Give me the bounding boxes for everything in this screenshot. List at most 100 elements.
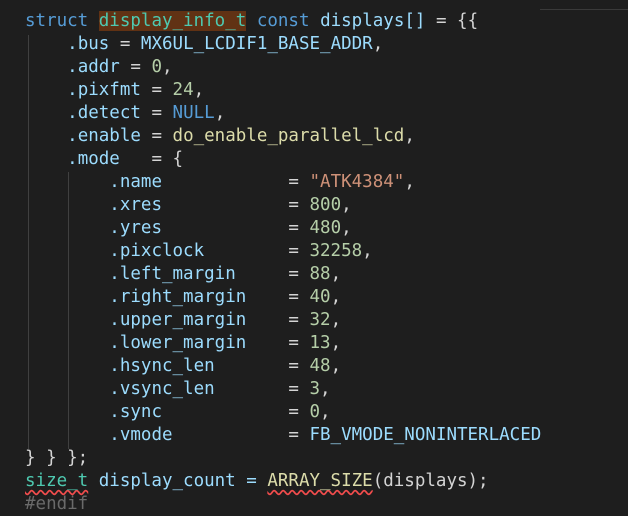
mode-field-name: .name xyxy=(109,172,162,192)
code-line-21: size_t display_count = ARRAY_SIZE(displa… xyxy=(25,470,489,493)
value-enable: do_enable_parallel_lcd xyxy=(172,126,405,146)
comma: , xyxy=(404,126,415,146)
mode-field-comma: , xyxy=(341,195,352,215)
field-addr: .addr xyxy=(67,57,120,77)
field-bus: .bus xyxy=(67,34,110,54)
mode-field-value: 48 xyxy=(309,356,331,376)
eq: = xyxy=(140,126,173,146)
mode-field-value: 13 xyxy=(309,333,331,353)
comma: , xyxy=(214,103,226,123)
mode-field-eq: = xyxy=(172,425,310,445)
mode-field-line: .name = "ATK4384", xyxy=(25,171,415,194)
mode-field-eq: = xyxy=(204,241,310,261)
mode-field-eq: = xyxy=(246,333,310,353)
macro-array-size: ARRAY_SIZE xyxy=(267,471,373,491)
mode-field-name: .lower_margin xyxy=(109,333,247,353)
value-addr: 0 xyxy=(151,57,162,77)
mode-field-eq: = xyxy=(161,172,310,192)
mode-field-line: .left_margin = 88, xyxy=(25,263,341,286)
mode-field-name: .xres xyxy=(109,195,162,215)
mode-field-line: .lower_margin = 13, xyxy=(25,332,341,355)
keyword-struct: struct xyxy=(25,11,89,31)
mode-field-comma: , xyxy=(330,287,342,307)
mode-field-line: .sync = 0, xyxy=(25,401,330,424)
identifier-displays: displays[] xyxy=(320,11,426,31)
mode-field-eq: = xyxy=(161,195,310,215)
mode-field-comma: , xyxy=(341,218,352,238)
mode-field-name: .left_margin xyxy=(109,264,236,284)
identifier-display-count: display_count = xyxy=(88,471,268,491)
mode-field-eq: = xyxy=(235,264,310,284)
mode-field-value: "ATK4384" xyxy=(309,172,405,192)
mode-field-name: .right_margin xyxy=(109,287,247,307)
code-editor[interactable]: struct display_info_t const displays[] =… xyxy=(0,0,628,514)
value-detect: NULL xyxy=(172,103,215,123)
mode-field-comma: , xyxy=(404,172,415,192)
mode-field-line: .yres = 480, xyxy=(25,217,352,240)
type-display-info-t: display_info_t xyxy=(98,11,247,31)
code-line-4: .pixfmt = 24, xyxy=(25,79,204,102)
code-line-3: .addr = 0, xyxy=(25,56,173,79)
mode-field-line: .vsync_len = 3, xyxy=(25,378,331,401)
mode-field-value: 800 xyxy=(309,195,342,215)
mode-field-value: 32258 xyxy=(309,241,363,261)
mode-field-eq: = xyxy=(161,402,310,422)
code-line-20: } } }; xyxy=(25,447,88,470)
mode-field-name: .vmode xyxy=(109,425,173,445)
mode-field-line: .hsync_len = 48, xyxy=(25,355,341,378)
mode-field-value: 3 xyxy=(309,379,321,399)
mode-field-name: .yres xyxy=(109,218,162,238)
mode-field-eq: = xyxy=(246,310,310,330)
mode-field-value: 88 xyxy=(309,264,331,284)
code-line-2: .bus = MX6UL_LCDIF1_BASE_ADDR, xyxy=(25,33,383,56)
mode-field-value: FB_VMODE_NONINTERLACED xyxy=(309,425,542,445)
mode-field-comma: , xyxy=(330,264,342,284)
comma: , xyxy=(162,57,173,77)
operator-open: = {{ xyxy=(425,11,479,31)
code-line-6: .enable = do_enable_parallel_lcd, xyxy=(25,125,415,148)
field-detect: .detect xyxy=(67,103,141,123)
field-pixfmt: .pixfmt xyxy=(67,80,141,100)
mode-field-line: .pixclock = 32258, xyxy=(25,240,373,263)
value-pixfmt: 24 xyxy=(172,80,194,100)
eq: = xyxy=(119,57,152,77)
field-mode: .mode xyxy=(67,149,120,169)
mode-field-comma: , xyxy=(362,241,373,261)
mode-field-line: .xres = 800, xyxy=(25,194,352,217)
code-line-5: .detect = NULL, xyxy=(25,102,225,125)
mode-field-name: .upper_margin xyxy=(109,310,247,330)
keyword-const: const xyxy=(256,11,310,31)
field-enable: .enable xyxy=(67,126,141,146)
comma: , xyxy=(193,80,205,100)
mode-field-eq: = xyxy=(161,218,310,238)
mode-field-line: .right_margin = 40, xyxy=(25,286,341,309)
mode-field-value: 32 xyxy=(309,310,331,330)
eq-open: = { xyxy=(119,149,184,169)
type-size-t: size_t xyxy=(25,471,89,491)
mode-field-eq: = xyxy=(214,356,310,376)
mode-field-comma: , xyxy=(330,333,342,353)
editor-top-border xyxy=(540,0,628,10)
preprocessor-endif: #endif xyxy=(25,494,89,514)
eq: = xyxy=(140,103,173,123)
comma: , xyxy=(372,34,384,54)
mode-field-value: 40 xyxy=(309,287,331,307)
mode-field-value: 0 xyxy=(309,402,321,422)
value-bus: MX6UL_LCDIF1_BASE_ADDR xyxy=(140,34,373,54)
macro-args: (displays); xyxy=(372,471,489,491)
mode-field-comma: , xyxy=(330,356,342,376)
mode-field-name: .hsync_len xyxy=(109,356,215,376)
mode-field-comma: , xyxy=(320,379,331,399)
mode-field-eq: = xyxy=(246,287,310,307)
mode-field-name: .sync xyxy=(109,402,162,422)
mode-field-name: .vsync_len xyxy=(109,379,215,399)
mode-field-value: 480 xyxy=(309,218,342,238)
mode-field-eq: = xyxy=(214,379,310,399)
mode-field-line: .vmode = FB_VMODE_NONINTERLACED xyxy=(25,424,541,447)
code-line-7: .mode = { xyxy=(25,148,183,171)
closing-braces: } } }; xyxy=(25,448,89,468)
code-line-1: struct display_info_t const displays[] =… xyxy=(25,10,478,33)
mode-field-comma: , xyxy=(330,310,342,330)
eq: = xyxy=(109,34,141,54)
code-line-22: #endif xyxy=(25,493,88,516)
